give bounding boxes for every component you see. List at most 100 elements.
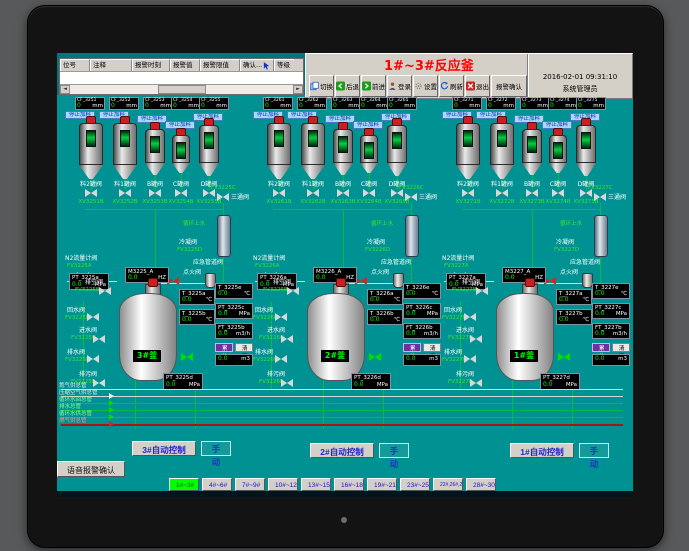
- drain-valve-icon[interactable]: [275, 355, 287, 364]
- auto-control-button-2[interactable]: 2#自动控制: [310, 443, 374, 458]
- utility-header-label: 燃气供总管: [59, 418, 87, 424]
- three-way-valve-icon[interactable]: [217, 193, 229, 202]
- flow-readout: FT_3226b 0.0m3/h: [403, 323, 441, 339]
- alarm-ack-button[interactable]: 报警确认: [491, 75, 527, 97]
- reactor-group: CF_32710mm CF_32720mm CF_32730mm CF_3274…: [442, 97, 633, 429]
- valve-icon[interactable]: [175, 189, 187, 198]
- totalizer-clear-button[interactable]: 清零: [612, 343, 630, 352]
- valve-icon[interactable]: [119, 189, 131, 198]
- totalizer-accumulate-button[interactable]: 累计: [592, 343, 610, 352]
- scada-screen: 位号 注释 报警时刻 报警值 报警限值 确认... 等级 ◄ ► 1#~3#反应…: [57, 53, 633, 497]
- pager-button[interactable]: 7#~9#: [235, 478, 265, 491]
- reactor-vessel: 3#釜: [119, 293, 177, 381]
- blowdown-valve-icon[interactable]: [281, 379, 293, 388]
- feed-tank: [522, 129, 542, 175]
- alarm-col-tag[interactable]: 位号: [60, 59, 90, 71]
- alarm-col-time[interactable]: 报警时刻: [132, 59, 170, 71]
- temperature-readout: T_3226b 0.0℃: [367, 309, 403, 325]
- login-button[interactable]: 登录: [387, 75, 412, 97]
- three-way-valve-icon[interactable]: [594, 193, 606, 202]
- three-way-valve-icon[interactable]: [405, 193, 417, 202]
- feed-tank: [456, 123, 480, 179]
- pipe-nitrogen-header: [61, 389, 623, 390]
- motor-cap: [336, 278, 346, 287]
- utility-header-label: 循环水供总管: [59, 411, 92, 417]
- voice-alarm-ack-button[interactable]: 语音报警确认: [57, 461, 125, 477]
- valve-icon[interactable]: [363, 189, 375, 198]
- agitator-readout: M3227_A 0.0HZ: [502, 267, 546, 283]
- manual-button-1[interactable]: 手动: [579, 443, 609, 458]
- scroll-right-icon[interactable]: ►: [293, 85, 303, 94]
- motor-cap: [148, 278, 158, 287]
- auto-control-button-3[interactable]: 3#自动控制: [132, 441, 196, 456]
- exit-button[interactable]: 退出: [465, 75, 490, 97]
- pager-button[interactable]: 4#~6#: [202, 478, 232, 491]
- valve-icon[interactable]: [462, 189, 474, 198]
- alarm-col-value[interactable]: 报警值: [170, 59, 200, 71]
- auto-control-button-1[interactable]: 1#自动控制: [510, 443, 574, 458]
- inlet-water-valve-icon[interactable]: [470, 335, 482, 344]
- return-water-valve-icon[interactable]: [87, 313, 99, 322]
- pipe-circ-water-supply-header: [61, 417, 623, 418]
- forward-button[interactable]: 前进: [361, 75, 386, 97]
- switch-button[interactable]: 切换: [309, 75, 334, 97]
- vent-valve-icon[interactable]: [99, 287, 111, 296]
- temperature-readout: T_3225e 0.0℃: [215, 283, 253, 299]
- manual-button-3[interactable]: 手动: [201, 441, 231, 456]
- weight-readout: CF_32610mm: [263, 97, 293, 110]
- valve-icon[interactable]: [85, 189, 97, 198]
- pager-button[interactable]: 13#~15#: [301, 478, 331, 491]
- alarm-col-limit[interactable]: 报警限值: [200, 59, 240, 71]
- blowdown-valve-icon[interactable]: [470, 379, 482, 388]
- drain-valve-icon[interactable]: [87, 355, 99, 364]
- drain-valve-icon[interactable]: [464, 355, 476, 364]
- pipe: [462, 209, 600, 210]
- pager-button[interactable]: 23#~25#: [400, 478, 430, 491]
- vent-valve-icon[interactable]: [476, 287, 488, 296]
- gear-icon: [414, 81, 423, 91]
- return-water-valve-icon[interactable]: [275, 313, 287, 322]
- return-water-valve-icon[interactable]: [464, 313, 476, 322]
- scrollbar-thumb[interactable]: [158, 85, 206, 94]
- pipe: [600, 255, 601, 283]
- exit-icon: [466, 81, 475, 91]
- outlet-valve-icon[interactable]: [558, 353, 570, 362]
- vent-valve-icon[interactable]: [287, 287, 299, 296]
- pager-button[interactable]: 1#~3#: [169, 478, 199, 491]
- pager-button[interactable]: 10#~12#: [268, 478, 298, 491]
- condenser: [405, 215, 419, 257]
- alarm-scrollbar[interactable]: ◄ ►: [60, 84, 303, 94]
- alarm-col-ack[interactable]: 确认...: [240, 59, 274, 71]
- valve-icon[interactable]: [307, 189, 319, 198]
- back-button[interactable]: 后退: [335, 75, 360, 97]
- totalizer-accumulate-button[interactable]: 累计: [403, 343, 421, 352]
- pipe-circ-water-return-header: [61, 403, 623, 404]
- pager-button[interactable]: 19#~21#: [367, 478, 397, 491]
- totalizer-clear-button[interactable]: 清零: [423, 343, 441, 352]
- pager-button[interactable]: 28#~30#: [466, 478, 496, 491]
- datetime-text: 2016-02-01 09:31:10: [528, 73, 632, 81]
- alarm-col-comment[interactable]: 注释: [90, 59, 132, 71]
- scroll-left-icon[interactable]: ◄: [60, 85, 70, 94]
- totalizer-accumulate-button[interactable]: 累计: [215, 343, 233, 352]
- valve-icon[interactable]: [552, 189, 564, 198]
- weight-readout: CF_32740mm: [548, 97, 578, 110]
- pager-button[interactable]: 22#,26#,27#: [433, 478, 463, 491]
- flow-arrow-icon: [109, 393, 114, 399]
- alarm-col-level[interactable]: 等级: [274, 59, 294, 71]
- inlet-water-valve-icon[interactable]: [93, 335, 105, 344]
- valve-icon[interactable]: [273, 189, 285, 198]
- scrollbar-track[interactable]: [70, 85, 293, 94]
- valve-icon[interactable]: [496, 189, 508, 198]
- refresh-button[interactable]: 刷新: [439, 75, 464, 97]
- inlet-water-valve-icon[interactable]: [281, 335, 293, 344]
- pager-button[interactable]: 16#~18#: [334, 478, 364, 491]
- blowdown-valve-icon[interactable]: [93, 379, 105, 388]
- reactor-label: 3#釜: [133, 350, 161, 362]
- outlet-valve-icon[interactable]: [369, 353, 381, 362]
- outlet-valve-icon[interactable]: [181, 353, 193, 362]
- totalizer-clear-button[interactable]: 清零: [235, 343, 253, 352]
- cursor-icon: [263, 62, 270, 70]
- manual-button-2[interactable]: 手动: [379, 443, 409, 458]
- settings-button[interactable]: 设置: [413, 75, 438, 97]
